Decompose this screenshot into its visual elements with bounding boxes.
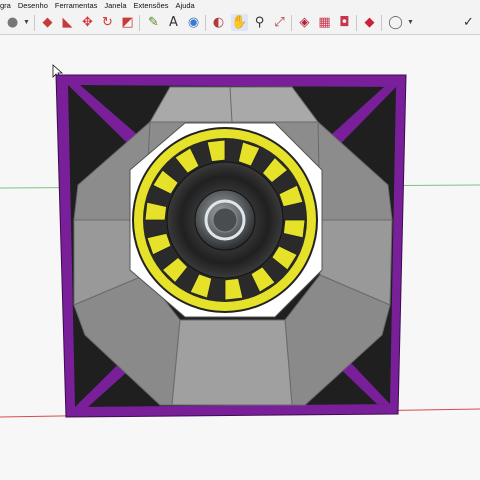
speaker-box-model <box>0 64 480 418</box>
toolbar-divider <box>381 15 382 31</box>
menu-item-exibir[interactable]: gra <box>0 0 11 11</box>
speaker-center <box>212 207 238 233</box>
orbit-icon[interactable]: ◐ <box>210 14 227 31</box>
follow-me-icon[interactable]: ◣ <box>59 14 76 31</box>
text-tool-icon[interactable]: A <box>165 14 182 31</box>
account-icon[interactable]: ◯ <box>387 14 404 31</box>
scale-icon[interactable]: ◩ <box>119 14 136 31</box>
chevron-down-icon[interactable]: ▼ <box>23 14 30 31</box>
menu-item-janela[interactable]: Janela <box>104 0 126 11</box>
rotate-icon[interactable]: ↻ <box>99 14 116 31</box>
subwoofer <box>132 127 318 313</box>
share-model-icon[interactable]: ◘ <box>336 14 353 31</box>
pan-icon[interactable]: ✋ <box>231 14 248 31</box>
port-panel-bottom <box>171 319 293 406</box>
toolbar-divider <box>291 15 292 31</box>
tape-measure-icon[interactable]: ✎ <box>145 14 162 31</box>
toolbar-divider <box>356 15 357 31</box>
zoom-extents-icon[interactable]: ⤢ <box>271 14 288 31</box>
toolbar-divider <box>205 15 206 31</box>
material-swatch-icon[interactable]: ● <box>4 14 21 31</box>
toolbar-divider <box>139 15 140 31</box>
menu-item-ajuda[interactable]: Ajuda <box>176 0 195 11</box>
menu-item-ferramentas[interactable]: Ferramentas <box>55 0 98 11</box>
ruby-icon[interactable]: ◆ <box>361 14 378 31</box>
menu-bar: gra Desenho Ferramentas Janela Extensões Ajud… <box>0 0 480 11</box>
paint-bucket-icon[interactable]: ◉ <box>185 14 202 31</box>
extension-warehouse-icon[interactable]: ▦ <box>316 14 333 31</box>
toolbar-divider <box>34 15 35 31</box>
checkmark-icon[interactable]: ✓ <box>460 14 477 31</box>
zoom-icon[interactable]: ⚲ <box>251 14 268 31</box>
warehouse-icon[interactable]: ◈ <box>296 14 313 31</box>
port-panel-top <box>149 86 319 123</box>
toolbar: ● ▼ ◆ ◣ ✥ ↻ ◩ ✎ A ◉ ◐ ✋ ⚲ ⤢ ◈ ▦ ◘ ◆ ◯ ▼ … <box>0 11 480 35</box>
move-icon[interactable]: ✥ <box>79 14 96 31</box>
menu-item-extensoes[interactable]: Extensões <box>134 0 169 11</box>
push-pull-icon[interactable]: ◆ <box>39 14 56 31</box>
chevron-down-icon[interactable]: ▼ <box>407 14 414 31</box>
model-viewport[interactable] <box>0 35 480 480</box>
menu-item-desenho[interactable]: Desenho <box>18 0 48 11</box>
